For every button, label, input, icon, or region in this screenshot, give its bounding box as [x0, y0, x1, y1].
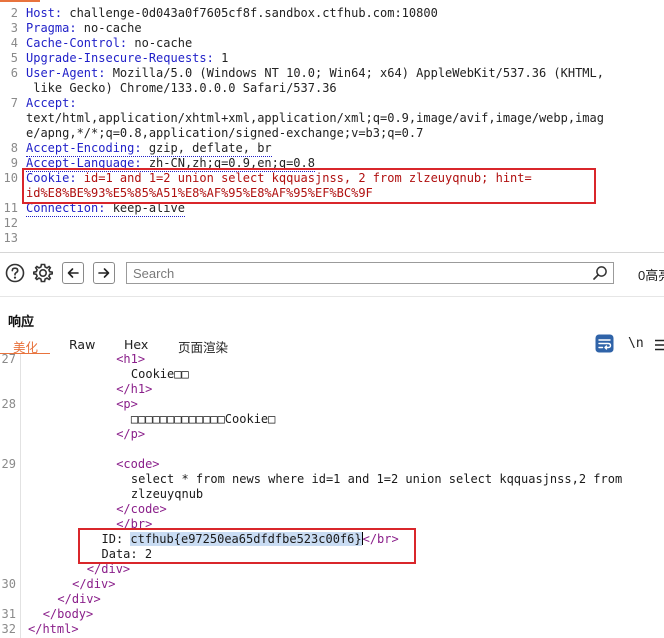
header-name: Pragma: — [26, 21, 77, 35]
line-number: 31 — [1, 607, 16, 621]
html-tag: </p> — [116, 427, 146, 441]
arrow-right-icon — [98, 268, 110, 278]
gutter-divider — [20, 354, 21, 638]
header-value: e/apng,*/*;q=0.8,application/signed-exch… — [26, 126, 424, 140]
line-number: 12 — [3, 216, 18, 230]
settings-button[interactable] — [32, 262, 54, 284]
next-match-button[interactable] — [93, 262, 115, 284]
line-number: 2 — [10, 6, 18, 20]
header-value: no-cache — [76, 21, 142, 35]
html-tag: </code> — [116, 502, 167, 516]
html-tag: </body> — [42, 607, 94, 621]
line-number: 8 — [10, 141, 18, 155]
html-tag: <h1> — [116, 354, 146, 366]
text-content: □□□□□□□□□□□□□Cookie□ — [130, 412, 276, 426]
header-value: gzip, deflate, br — [141, 141, 272, 155]
line-number: 3 — [10, 21, 18, 35]
arrow-left-icon — [67, 268, 79, 278]
header-value: text/html,application/xhtml+xml,applicat… — [26, 111, 604, 125]
header-name: Upgrade-Insecure-Requests: — [26, 51, 214, 65]
newline-toggle[interactable]: \n — [628, 336, 644, 351]
text-content: Cookie□□ — [130, 367, 189, 381]
line-number: 32 — [1, 622, 16, 636]
search-input[interactable] — [126, 262, 614, 284]
response-title: 响应 — [8, 315, 35, 330]
header-name: Cache-Control: — [26, 36, 128, 50]
html-tag: </h1> — [116, 382, 153, 396]
line-number: 28 — [1, 397, 16, 411]
line-number: 9 — [10, 156, 18, 170]
response-header: 响应 美化 Raw Hex 页面渲染 \n — [0, 296, 664, 355]
flag-highlight-box — [78, 528, 416, 564]
header-name: Accept: — [26, 96, 77, 110]
line-number: 30 — [1, 577, 16, 591]
text-content: select * from news where id=1 and 1=2 un… — [130, 472, 623, 486]
tab-raw[interactable]: Raw — [69, 337, 95, 352]
help-button[interactable] — [4, 262, 26, 284]
header-value: challenge-0d043a0f7605cf8f.sandbox.ctfhu… — [62, 6, 438, 20]
header-name: User-Agent: — [26, 66, 106, 80]
header-name: Accept-Encoding: — [26, 141, 142, 155]
line-number: 6 — [10, 66, 18, 80]
line-number: 7 — [10, 96, 18, 110]
tab-hex[interactable]: Hex — [124, 337, 148, 352]
gear-icon — [33, 263, 53, 283]
html-tag: </html> — [28, 622, 79, 636]
line-number: 27 — [1, 354, 16, 366]
request-tab-indicator — [0, 0, 40, 2]
text-content: zlzeuyqnub — [130, 487, 204, 501]
word-wrap-button[interactable] — [595, 334, 614, 356]
html-tag: </div> — [72, 577, 116, 591]
html-tag: <p> — [116, 397, 138, 411]
menu-button[interactable] — [655, 339, 664, 354]
request-editor[interactable]: 2 Host: challenge-0d043a0f7605cf8f.sandbo… — [0, 0, 664, 250]
html-tag: <code> — [116, 457, 160, 471]
header-name: Host: — [26, 6, 63, 20]
line-number: 29 — [1, 457, 16, 471]
help-icon — [5, 263, 25, 283]
header-value: no-cache — [127, 36, 193, 50]
line-number: 4 — [10, 36, 18, 50]
cookie-highlight-box — [22, 168, 596, 204]
header-value: like Gecko) Chrome/133.0.0.0 Safari/537.… — [26, 81, 337, 95]
wrap-icon — [595, 334, 614, 353]
line-number: 5 — [10, 51, 18, 65]
html-tag: </div> — [57, 592, 101, 606]
search-icon[interactable] — [592, 265, 608, 281]
response-viewer[interactable]: 27 <h1> Cookie□□ </h1> 28 <p> □□□□□□□□□□□□□Coo… — [0, 354, 664, 638]
line-number: 10 — [3, 171, 18, 185]
line-number: 13 — [3, 231, 18, 245]
request-toolbar: 0高亮 — [0, 252, 664, 295]
header-value: Mozilla/5.0 (Windows NT 10.0; Win64; x64… — [105, 66, 604, 80]
previous-match-button[interactable] — [62, 262, 84, 284]
html-tag: </div> — [86, 562, 131, 576]
menu-icon — [655, 339, 664, 351]
line-number: 11 — [3, 201, 18, 215]
match-count: 0高亮 — [638, 268, 664, 283]
header-value: 1 — [213, 51, 229, 65]
